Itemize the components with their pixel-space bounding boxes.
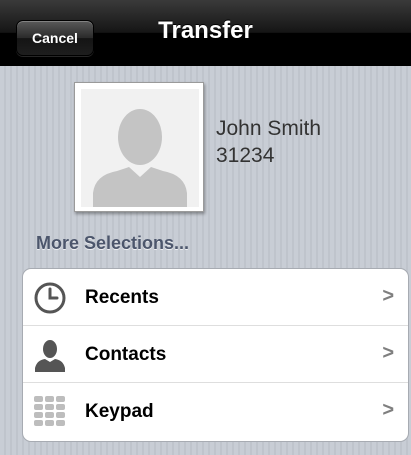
menu-item-label: Keypad xyxy=(85,401,154,422)
menu-item-keypad[interactable]: Keypad > xyxy=(23,383,408,441)
page-title: Transfer xyxy=(158,17,253,44)
avatar-placeholder-icon xyxy=(81,89,199,207)
contact-number: 31234 xyxy=(216,144,275,167)
clock-icon xyxy=(33,281,67,315)
chevron-right-icon: > xyxy=(382,399,394,421)
navigation-bar: Cancel Transfer xyxy=(0,0,411,66)
menu-item-contacts[interactable]: Contacts > xyxy=(23,326,408,383)
keypad-icon xyxy=(33,395,67,429)
menu-item-label: Contacts xyxy=(85,344,167,365)
chevron-right-icon: > xyxy=(382,342,394,364)
contact-name: John Smith xyxy=(216,117,322,140)
menu-item-label: Recents xyxy=(85,287,159,308)
menu-list: Recents > Contacts > Keypad > xyxy=(22,268,409,442)
section-header: More Selections... xyxy=(36,233,190,253)
menu-item-recents[interactable]: Recents > xyxy=(23,269,408,326)
person-icon xyxy=(33,338,67,372)
chevron-right-icon: > xyxy=(382,285,394,307)
contact-avatar xyxy=(74,82,204,212)
